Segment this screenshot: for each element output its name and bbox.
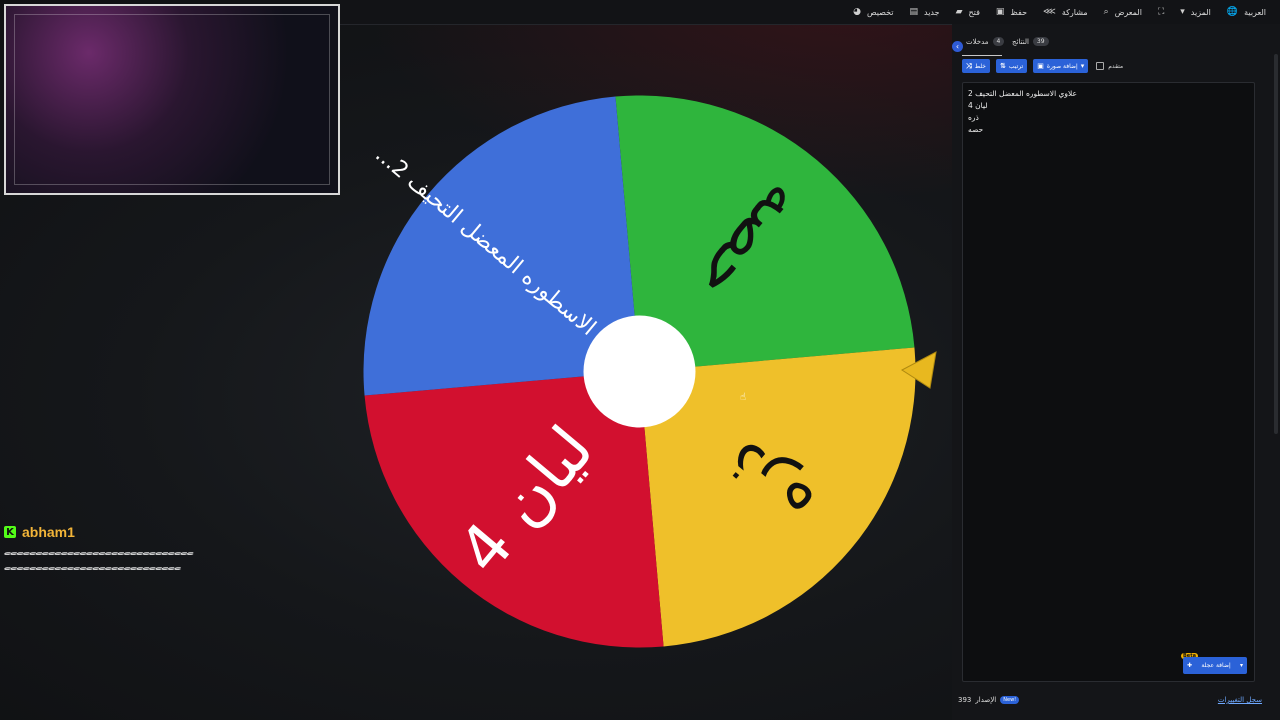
chat-message: ﮯﮯﮯﮯﮯﮯﮯﮯﮯﮯﮯﮯﮯﮯﮯﮯﮯﮯﮯﮯﮯﮯﮯﮯﮯﮯﮯﮯﮯﮯﮯﮯﮯﮯﮯﮯﮯﮯﮯﮯ… bbox=[4, 546, 194, 571]
mouse-cursor-icon: ☝ bbox=[740, 392, 747, 403]
share-icon: ⋘ bbox=[1043, 7, 1056, 17]
plus-icon: ✚ bbox=[1187, 662, 1193, 669]
entry-line: ليان 4 bbox=[968, 101, 988, 110]
chat-user: K abham1 bbox=[4, 524, 204, 540]
new-button[interactable]: ▤ جديد bbox=[909, 7, 939, 17]
results-count-badge: 39 bbox=[1032, 37, 1049, 46]
sort-icon: ⇅ bbox=[1000, 62, 1006, 70]
tab-entries[interactable]: مدخلات 4 bbox=[966, 37, 1005, 46]
share-button-label: مشاركة bbox=[1061, 7, 1088, 17]
gallery-button-label: المعرض bbox=[1114, 7, 1142, 17]
collapse-panel-icon[interactable]: ‹ bbox=[952, 41, 963, 52]
tab-results-label: النتائج bbox=[1012, 37, 1029, 46]
entries-count-badge: 4 bbox=[992, 37, 1005, 46]
customize-button-label: تخصيص bbox=[866, 7, 894, 17]
folder-icon: ▰ bbox=[955, 7, 963, 17]
panel-footer: 393 الإصدار New! سجل التغييرات bbox=[952, 696, 1280, 708]
palette-icon: ◕ bbox=[853, 7, 861, 17]
save-icon: ▣ bbox=[995, 7, 1005, 17]
entry-line: حصه bbox=[968, 125, 984, 134]
new-badge: New! bbox=[1000, 696, 1020, 704]
open-button[interactable]: ▰ فتح bbox=[956, 7, 980, 17]
add-wheel-label: إضافة عجلة bbox=[1201, 662, 1231, 669]
gallery-button[interactable]: ⌕ المعرض bbox=[1104, 7, 1142, 17]
side-panel: ‹ مدخلات 4 النتائج 39 ⤨ خلط ⇅ ترتيب ▣ إض… bbox=[952, 24, 1280, 720]
advanced-toggle[interactable]: متقدم bbox=[1096, 62, 1123, 70]
wheel-graphic[interactable]: حصهذرهليان 4...علاوي الاسطوره المعضل الت… bbox=[362, 94, 917, 649]
image-icon: ▣ bbox=[1037, 62, 1044, 70]
changelog-link[interactable]: سجل التغييرات bbox=[1218, 696, 1262, 704]
chevron-down-icon: ▾ bbox=[1080, 62, 1085, 70]
customize-button[interactable]: ◕ تخصيص bbox=[853, 7, 893, 17]
more-menu[interactable]: ▾ المزيد bbox=[1180, 7, 1211, 17]
language-menu[interactable]: 🌐 العربية bbox=[1227, 7, 1266, 17]
search-icon: ⌕ bbox=[1103, 7, 1109, 17]
entries-textarea[interactable]: علاوي الاسطوره المعضل التحيف 2 ليان 4 ذر… bbox=[962, 82, 1255, 682]
active-tab-indicator bbox=[962, 55, 1002, 56]
more-menu-label: المزيد bbox=[1190, 7, 1211, 17]
version-label: الإصدار bbox=[975, 696, 997, 704]
advanced-checkbox[interactable] bbox=[1096, 62, 1105, 70]
file-icon: ▤ bbox=[909, 7, 918, 17]
entry-line: ذره bbox=[968, 113, 979, 122]
version-number: 393 bbox=[958, 696, 972, 704]
share-button[interactable]: ⋘ مشاركة bbox=[1043, 7, 1088, 17]
webcam-frame bbox=[14, 14, 330, 185]
webcam-overlay bbox=[4, 4, 340, 195]
add-image-button[interactable]: ▣ إضافة صورة ▾ bbox=[1033, 59, 1089, 73]
tab-entries-label: مدخلات bbox=[966, 37, 989, 46]
chat-username: abham1 bbox=[22, 524, 75, 540]
shuffle-icon: ⤨ bbox=[966, 61, 972, 70]
kick-logo-icon: K bbox=[4, 526, 16, 538]
wheel-pointer-icon bbox=[901, 351, 937, 389]
menu-items: 🌐 العربية ▾ المزيد ⛶ ⌕ المعرض ⋘ مشاركة ▣ حفظ ▰ فتح ▤ ج… bbox=[853, 0, 1266, 24]
add-wheel-button[interactable]: ✚ إضافة عجلة ▾ bbox=[1183, 657, 1247, 674]
fullscreen-icon: ⛶ bbox=[1157, 7, 1165, 17]
tab-results[interactable]: النتائج 39 bbox=[1012, 37, 1049, 46]
top-menu-bar: 🌐 العربية ▾ المزيد ⛶ ⌕ المعرض ⋘ مشاركة ▣ حفظ ▰ فتح ▤ ج… bbox=[340, 0, 1280, 25]
chevron-down-icon[interactable]: ▾ bbox=[1240, 662, 1243, 669]
caret-down-icon: ▾ bbox=[1180, 7, 1185, 17]
save-button[interactable]: ▣ حفظ bbox=[996, 7, 1027, 17]
entry-line: علاوي الاسطوره المعضل التحيف 2 bbox=[968, 89, 1077, 98]
advanced-label: متقدم bbox=[1108, 62, 1124, 70]
fullscreen-button[interactable]: ⛶ bbox=[1158, 7, 1164, 17]
sort-button[interactable]: ⇅ ترتيب bbox=[996, 59, 1028, 73]
spin-wheel[interactable]: حصه ذره ليان 4 ...علاوي الاسطوره المعضل الت… bbox=[362, 94, 917, 649]
shuffle-button[interactable]: ⤨ خلط bbox=[962, 59, 990, 73]
globe-icon: 🌐 bbox=[1226, 7, 1239, 17]
entries-toolbar: ⤨ خلط ⇅ ترتيب ▣ إضافة صورة ▾ متقدم bbox=[962, 58, 1123, 74]
panel-scrollbar[interactable] bbox=[1274, 54, 1278, 434]
panel-tabs: ‹ مدخلات 4 النتائج 39 bbox=[952, 32, 1280, 56]
new-button-label: جديد bbox=[924, 7, 940, 17]
shuffle-label: خلط bbox=[974, 62, 986, 70]
language-menu-label: العربية bbox=[1244, 7, 1266, 17]
open-button-label: فتح bbox=[968, 7, 980, 17]
chat-overlay: K abham1 ﮯﮯﮯﮯﮯﮯﮯﮯﮯﮯﮯﮯﮯﮯﮯﮯﮯﮯﮯﮯﮯﮯﮯﮯﮯﮯﮯﮯﮯﮯﮯ… bbox=[4, 524, 204, 574]
wheel-hub[interactable] bbox=[583, 315, 696, 428]
save-button-label: حفظ bbox=[1010, 7, 1028, 17]
add-image-label: إضافة صورة bbox=[1046, 62, 1078, 70]
version-info: 393 الإصدار New! bbox=[958, 696, 1020, 704]
sort-label: ترتيب bbox=[1008, 62, 1024, 70]
